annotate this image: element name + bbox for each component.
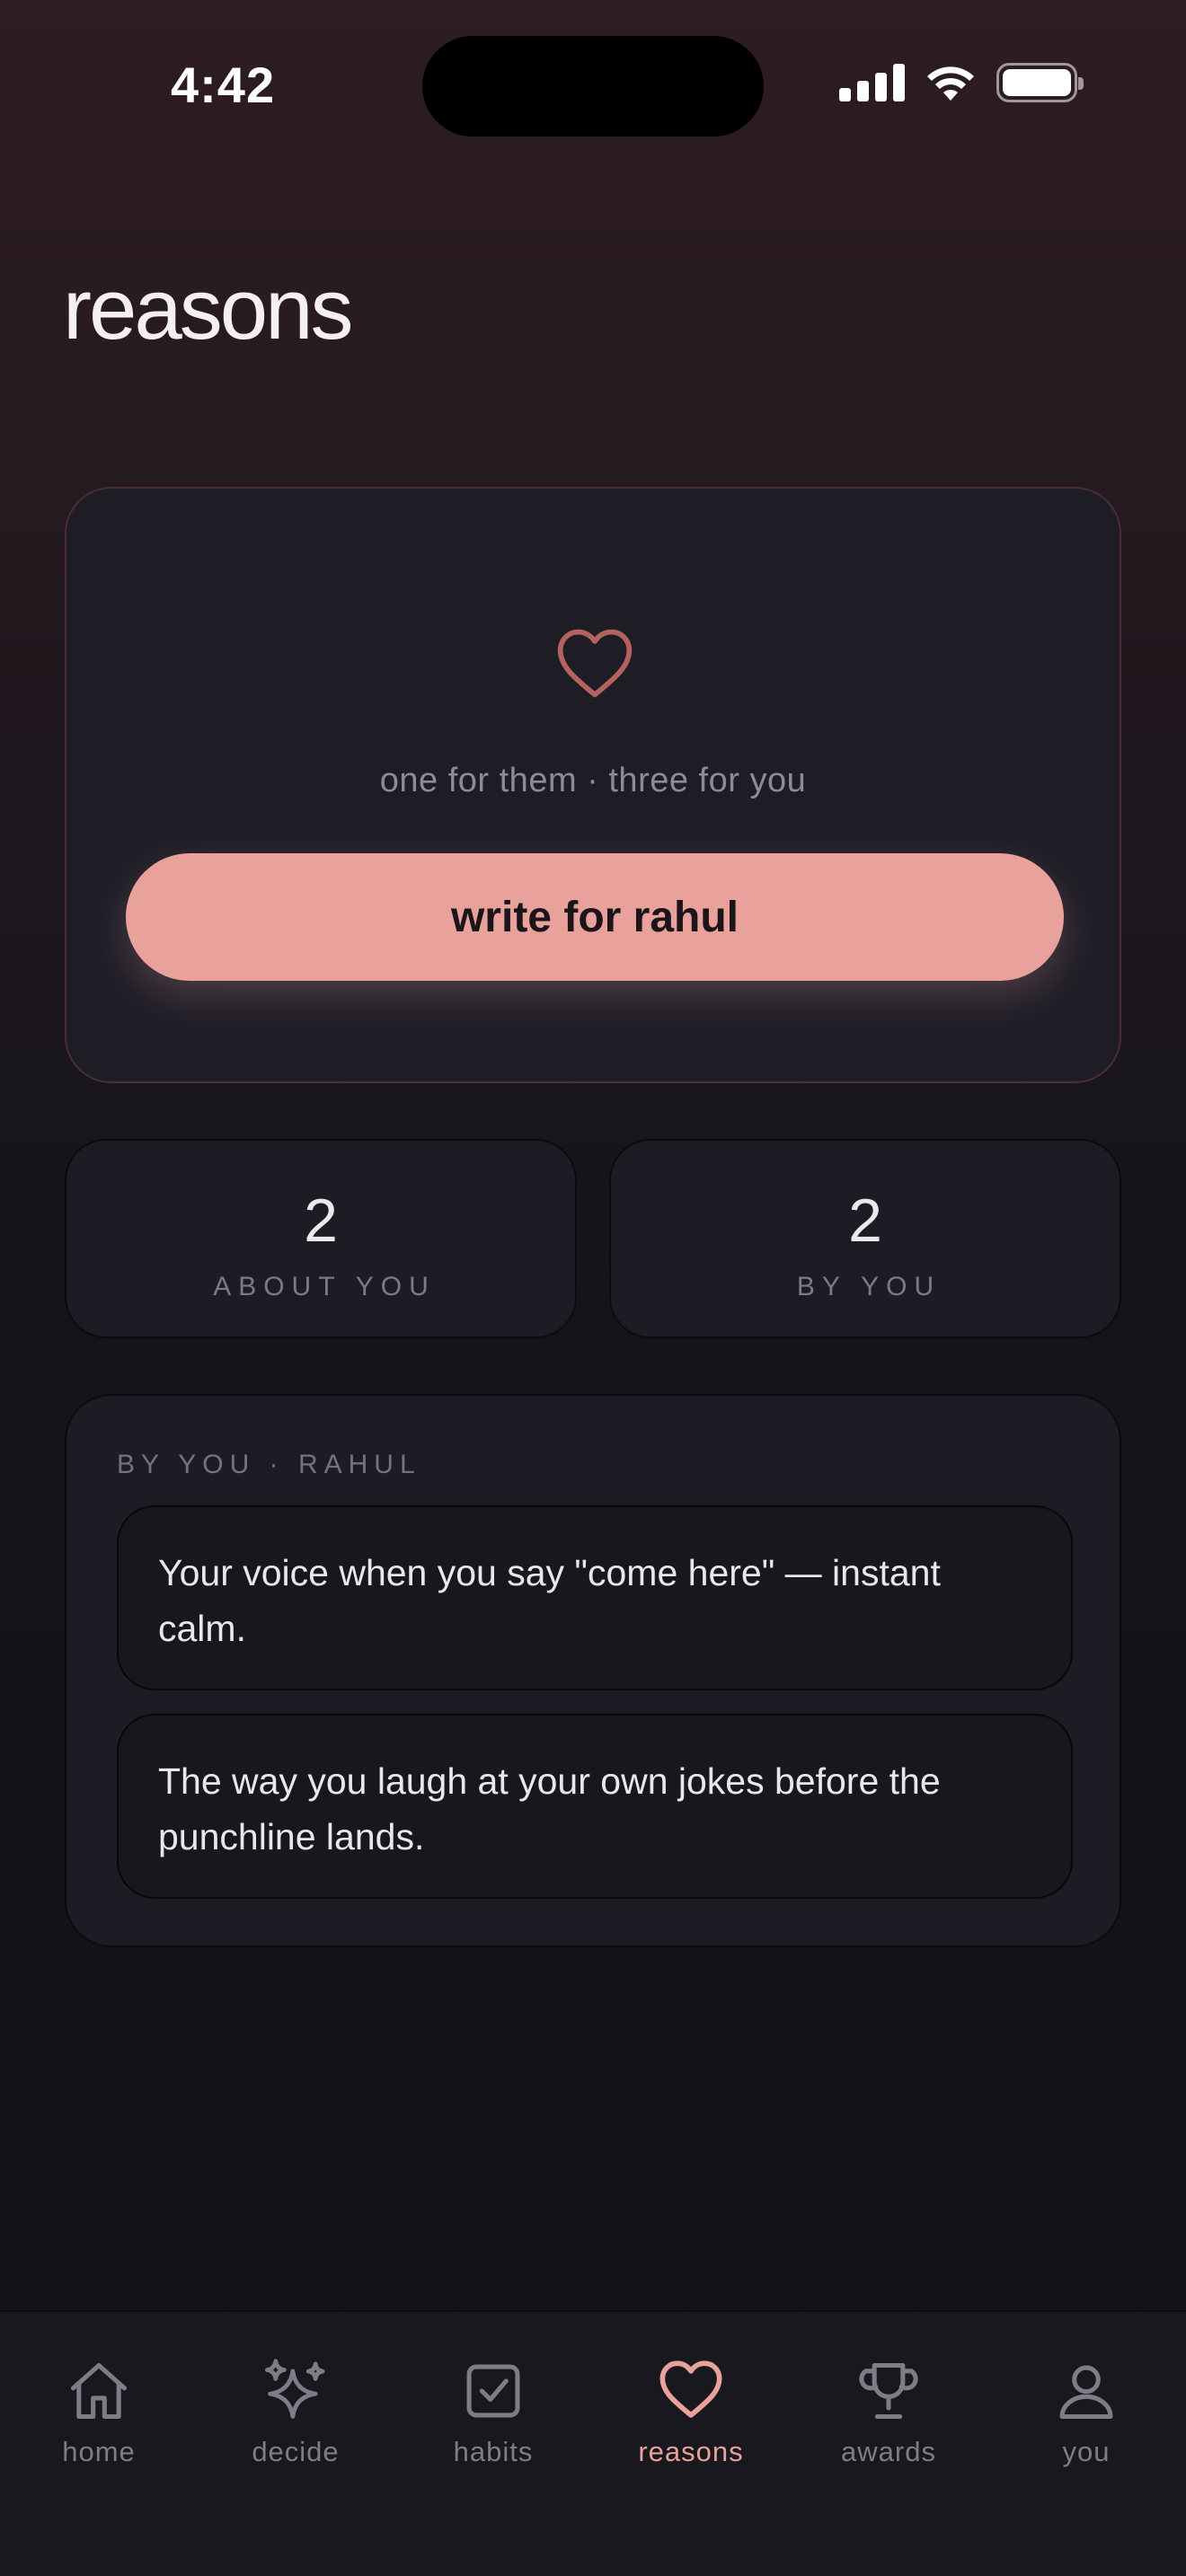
tab-bar: home decide habits reasons awards you bbox=[0, 2310, 1186, 2576]
person-icon bbox=[1059, 2365, 1113, 2420]
dynamic-island bbox=[422, 36, 764, 137]
reasons-list-card: BY YOU · RAHUL Your voice when you say "… bbox=[65, 1394, 1121, 1947]
wifi-icon bbox=[927, 66, 974, 101]
tab-you[interactable]: you bbox=[987, 2357, 1185, 2492]
tab-label: reasons bbox=[638, 2436, 744, 2467]
stat-label: ABOUT YOU bbox=[213, 1272, 436, 1301]
status-time: 4:42 bbox=[171, 57, 276, 113]
heart-outline-icon bbox=[557, 629, 633, 698]
tab-label: habits bbox=[453, 2436, 534, 2467]
tab-decide[interactable]: decide bbox=[197, 2357, 394, 2492]
tab-habits[interactable]: habits bbox=[394, 2357, 592, 2492]
tab-label: awards bbox=[841, 2436, 936, 2467]
checkbox-icon bbox=[466, 2364, 520, 2418]
home-icon bbox=[70, 2362, 128, 2420]
tab-home[interactable]: home bbox=[0, 2357, 198, 2492]
battery-icon bbox=[996, 63, 1084, 102]
tab-label: you bbox=[1062, 2436, 1111, 2467]
tab-label: decide bbox=[252, 2436, 340, 2467]
tab-awards[interactable]: awards bbox=[790, 2357, 987, 2492]
status-icons bbox=[839, 63, 1084, 102]
stat-value: 2 bbox=[304, 1187, 338, 1255]
stat-label: BY YOU bbox=[796, 1272, 942, 1301]
reason-quota-text: one for them · three for you bbox=[379, 762, 807, 799]
stat-value: 2 bbox=[848, 1187, 882, 1255]
stat-by-you[interactable]: 2 BY YOU bbox=[609, 1139, 1121, 1338]
tab-label: home bbox=[62, 2436, 136, 2467]
write-reason-card: one for them · three for you write for r… bbox=[65, 487, 1121, 1083]
tab-reasons[interactable]: reasons bbox=[592, 2357, 790, 2492]
page-title: reasons bbox=[63, 261, 354, 357]
stat-about-you[interactable]: 2 ABOUT YOU bbox=[65, 1139, 577, 1338]
heart-icon bbox=[659, 2360, 722, 2418]
write-reason-button[interactable]: write for rahul bbox=[126, 853, 1064, 981]
cellular-signal-icon bbox=[839, 64, 905, 101]
trophy-icon bbox=[859, 2362, 918, 2420]
reason-item[interactable]: The way you laugh at your own jokes befo… bbox=[117, 1714, 1073, 1899]
sparkles-icon bbox=[264, 2359, 325, 2419]
list-header: BY YOU · RAHUL bbox=[117, 1450, 421, 1479]
reason-item[interactable]: Your voice when you say "come here" — in… bbox=[117, 1505, 1073, 1690]
